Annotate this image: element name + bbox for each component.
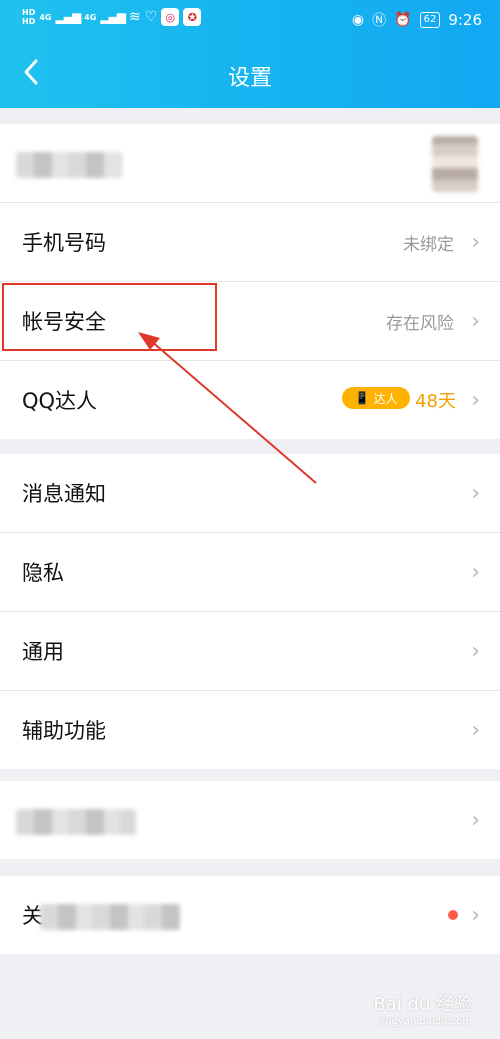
blurred-row[interactable]: › <box>0 781 500 859</box>
heart-icon: ♡ <box>144 9 158 25</box>
status-right: ◉ Ⓝ ⏰ 62 9:26 <box>352 10 482 30</box>
hd-bottom: HD <box>22 17 36 26</box>
general-settings-group: 消息通知 › 隐私 › 通用 › 辅助功能 › <box>0 454 500 769</box>
nfc-icon: Ⓝ <box>372 13 387 29</box>
chevron-right-icon: › <box>471 308 480 334</box>
page-title: 设置 <box>227 66 272 91</box>
red-dot-badge <box>448 910 458 920</box>
signal-icon-1: ▂▄▆ <box>55 10 81 24</box>
hd-top: HD <box>22 8 36 17</box>
general-label: 通用 <box>22 640 64 664</box>
phone-number-value: 未绑定 <box>403 234 454 255</box>
phone-wing-icon: 📱 <box>354 391 370 405</box>
chevron-right-icon: › <box>471 559 480 585</box>
network-4g-2: 4G <box>84 12 97 22</box>
watermark-brand: Bai du 经验 <box>373 994 472 1015</box>
chevron-right-icon: › <box>471 387 480 413</box>
profile-row[interactable] <box>0 124 500 203</box>
chevron-right-icon: › <box>471 807 480 833</box>
status-bar: HD HD 4G ▂▄▆ 4G ▂▄▆ ≋ ♡ ◎ ✪ ◉ Ⓝ ⏰ 62 9:2… <box>0 0 500 40</box>
accessibility-label: 辅助功能 <box>22 719 106 743</box>
app-notification-icon: ◎ <box>161 8 180 26</box>
general-row[interactable]: 通用 › <box>0 612 500 691</box>
signal-icon-2: ▂▄▆ <box>100 10 126 24</box>
accessibility-row[interactable]: 辅助功能 › <box>0 691 500 769</box>
status-left: HD HD 4G ▂▄▆ 4G ▂▄▆ ≋ ♡ ◎ ✪ <box>22 8 202 26</box>
message-notification-label: 消息通知 <box>22 482 106 506</box>
emblem-notification-icon: ✪ <box>183 8 202 26</box>
chevron-right-icon: › <box>471 717 480 743</box>
privacy-label: 隐私 <box>22 561 64 585</box>
chevron-right-icon: › <box>471 480 480 506</box>
watermark: Bai du 经验 jingyan.baidu.com <box>373 990 472 1027</box>
clock-time: 9:26 <box>448 11 482 29</box>
privacy-row[interactable]: 隐私 › <box>0 533 500 612</box>
daren-badge: 📱 达人 <box>342 387 410 409</box>
about-row[interactable]: 关 › <box>0 876 500 954</box>
message-notification-row[interactable]: 消息通知 › <box>0 454 500 533</box>
account-group: 手机号码 未绑定 › 帐号安全 存在风险 › QQ达人 📱 达人 48天 › <box>0 124 500 439</box>
chevron-right-icon: › <box>471 902 480 928</box>
top-bar: HD HD 4G ▂▄▆ 4G ▂▄▆ ≋ ♡ ◎ ✪ ◉ Ⓝ ⏰ 62 9:2… <box>0 0 500 108</box>
watermark-url: jingyan.baidu.com <box>379 1016 472 1027</box>
chevron-right-icon: › <box>471 638 480 664</box>
phone-number-label: 手机号码 <box>22 231 106 255</box>
daren-badge-text: 达人 <box>373 391 398 406</box>
hd-indicator: HD HD <box>22 8 35 26</box>
daren-days: 48天 <box>415 391 456 412</box>
blurred-group: › <box>0 781 500 859</box>
account-security-value: 存在风险 <box>386 313 454 334</box>
blurred-about-label <box>40 904 180 930</box>
eye-icon: ◉ <box>351 12 365 28</box>
avatar <box>432 136 478 192</box>
alarm-icon: ⏰ <box>394 12 412 28</box>
battery-icon: 62 <box>419 12 441 28</box>
wifi-icon: ≋ <box>129 9 141 25</box>
network-4g-1: 4G <box>39 12 52 22</box>
qq-daren-row[interactable]: QQ达人 📱 达人 48天 › <box>0 361 500 439</box>
highlight-box <box>2 283 217 351</box>
chevron-right-icon: › <box>471 229 480 255</box>
blurred-label <box>16 809 136 835</box>
phone-number-row[interactable]: 手机号码 未绑定 › <box>0 203 500 282</box>
about-group: 关 › <box>0 876 500 954</box>
qq-daren-label: QQ达人 <box>22 389 98 413</box>
blurred-nickname <box>16 152 122 178</box>
